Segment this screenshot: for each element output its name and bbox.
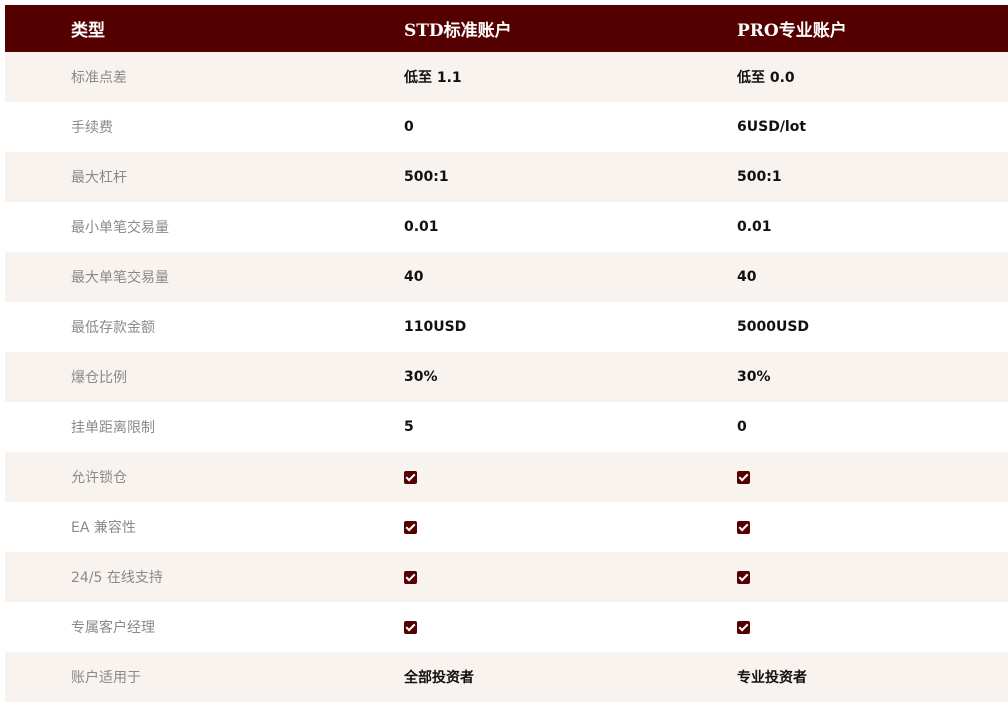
table-row: 最小单笔交易量 0.01 0.01 — [5, 202, 1008, 252]
check-icon — [737, 470, 750, 484]
table-row: 挂单距离限制 5 0 — [5, 402, 1008, 452]
table-row: 手续费 0 6USD/lot — [5, 102, 1008, 152]
check-icon — [404, 570, 417, 584]
row-label: 手续费 — [71, 120, 113, 136]
pro-value: 0 — [737, 419, 747, 435]
table-row: 标准点差 低至 1.1 低至 0.0 — [5, 52, 1008, 102]
pro-value: 5000USD — [737, 319, 810, 335]
pro-value: 30% — [737, 369, 771, 385]
std-value: 低至 1.1 — [404, 70, 462, 86]
table-row: 24/5 在线支持 — [5, 552, 1008, 602]
table-row: 最大单笔交易量 40 40 — [5, 252, 1008, 302]
pro-value: 0.01 — [737, 219, 772, 235]
table-row: 专属客户经理 — [5, 602, 1008, 652]
row-label: 最大单笔交易量 — [71, 270, 169, 286]
account-comparison-table: 类型 STD标准账户 PRO专业账户 标准点差 低至 1.1 低至 0.0 手续… — [5, 5, 1008, 702]
table-header: 类型 STD标准账户 PRO专业账户 — [5, 5, 1008, 52]
row-label: 最低存款金额 — [71, 320, 155, 336]
pro-value: 40 — [737, 269, 757, 285]
row-label: 专属客户经理 — [71, 620, 155, 636]
check-icon — [737, 570, 750, 584]
row-label: 账户适用于 — [71, 670, 141, 686]
row-label: 标准点差 — [71, 70, 127, 86]
std-value — [338, 552, 671, 602]
row-label: 挂单距离限制 — [71, 420, 155, 436]
table-row: 最低存款金额 110USD 5000USD — [5, 302, 1008, 352]
std-value: 40 — [404, 269, 424, 285]
pro-value — [671, 552, 1008, 602]
table-row: EA 兼容性 — [5, 502, 1008, 552]
std-value: 0 — [404, 119, 414, 135]
std-value: 0.01 — [404, 219, 439, 235]
row-label: 最大杠杆 — [71, 170, 127, 186]
header-row: 类型 STD标准账户 PRO专业账户 — [5, 5, 1008, 52]
pro-value: 500:1 — [737, 169, 782, 185]
pro-value — [671, 452, 1008, 502]
std-value — [338, 502, 671, 552]
std-value: 110USD — [404, 319, 467, 335]
pro-value: 低至 0.0 — [737, 70, 795, 86]
table-row: 允许锁仓 — [5, 452, 1008, 502]
std-value: 500:1 — [404, 169, 449, 185]
check-icon — [737, 620, 750, 634]
row-label: EA 兼容性 — [71, 520, 136, 536]
std-value — [338, 602, 671, 652]
pro-value — [671, 502, 1008, 552]
row-label: 爆仓比例 — [71, 370, 127, 386]
pro-value: 专业投资者 — [737, 670, 807, 686]
header-std-account: STD标准账户 — [404, 21, 512, 41]
row-label: 24/5 在线支持 — [71, 570, 163, 586]
pro-value: 6USD/lot — [737, 119, 807, 135]
check-icon — [404, 470, 417, 484]
std-value: 全部投资者 — [404, 670, 474, 686]
check-icon — [737, 520, 750, 534]
std-value — [338, 452, 671, 502]
check-icon — [404, 520, 417, 534]
table-row: 账户适用于 全部投资者 专业投资者 — [5, 652, 1008, 702]
pro-value — [671, 602, 1008, 652]
std-value: 30% — [404, 369, 438, 385]
comparison-table-container: 类型 STD标准账户 PRO专业账户 标准点差 低至 1.1 低至 0.0 手续… — [5, 5, 1008, 702]
header-pro-account: PRO专业账户 — [737, 21, 847, 41]
check-icon — [404, 620, 417, 634]
table-row: 最大杠杆 500:1 500:1 — [5, 152, 1008, 202]
row-label: 允许锁仓 — [71, 470, 127, 486]
std-value: 5 — [404, 419, 414, 435]
table-body: 标准点差 低至 1.1 低至 0.0 手续费 0 6USD/lot 最大杠杆 5… — [5, 52, 1008, 702]
header-type: 类型 — [71, 21, 105, 41]
table-row: 爆仓比例 30% 30% — [5, 352, 1008, 402]
row-label: 最小单笔交易量 — [71, 220, 169, 236]
